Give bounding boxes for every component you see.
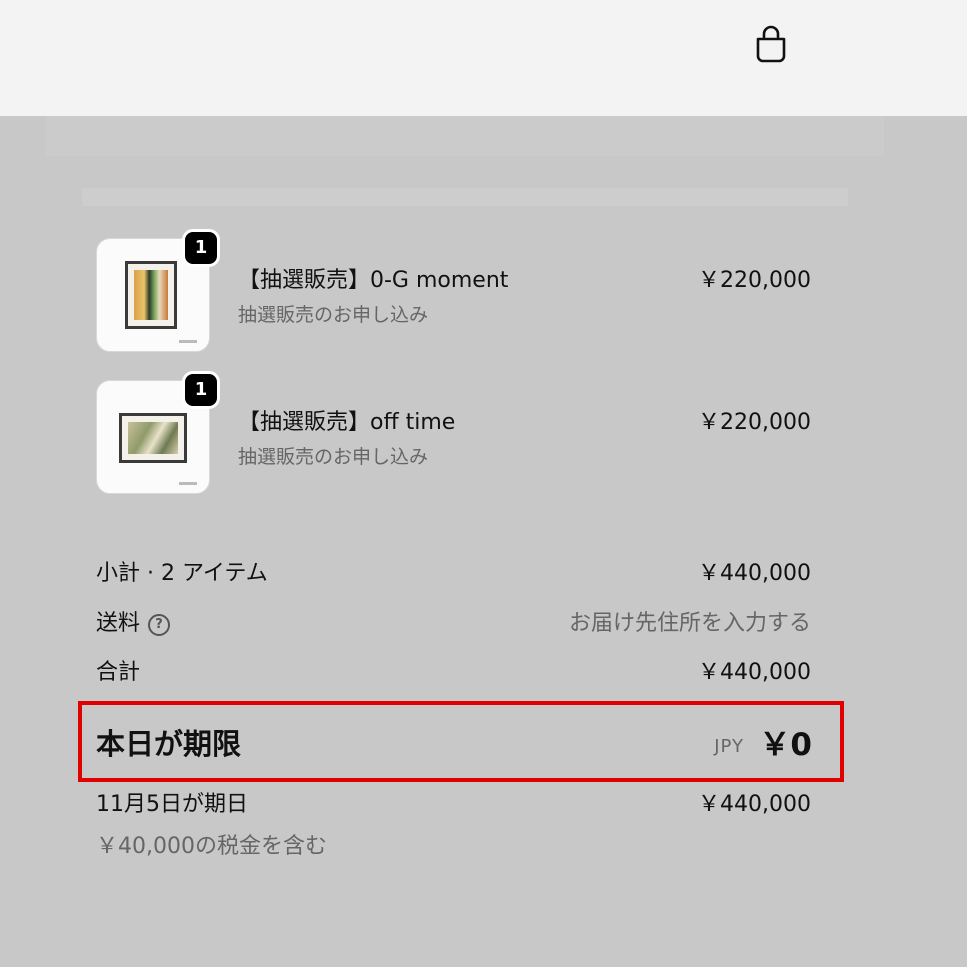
shopping-bag-icon[interactable] (752, 24, 790, 64)
header (0, 0, 967, 116)
subtotal-label: 小計 · 2 アイテム (96, 561, 268, 586)
framed-artwork-image (125, 261, 177, 329)
shipping-label: 送料 (96, 611, 141, 636)
help-icon[interactable]: ? (148, 614, 171, 636)
item-price: ￥220,000 (698, 268, 811, 293)
divider-band (82, 188, 848, 206)
thumbnail-caption-mark (179, 340, 197, 343)
item-subtitle: 抽選販売のお申し込み (238, 304, 429, 326)
due-today-amount: ￥0 (759, 727, 812, 763)
due-today-label: 本日が期限 (96, 727, 242, 761)
framed-artwork-image (119, 413, 187, 463)
quantity-badge: 1 (182, 229, 220, 267)
item-title: 【抽選販売】0-G moment (238, 268, 509, 293)
total-value: ￥440,000 (698, 660, 811, 685)
item-title: 【抽選販売】off time (238, 410, 456, 435)
item-price: ￥220,000 (698, 410, 811, 435)
shipping-row: 送料? (96, 605, 171, 637)
thumbnail-caption-mark (179, 482, 197, 485)
tax-note: ￥40,000の税金を含む (96, 834, 327, 859)
due-date-label: 11月5日が期日 (96, 792, 248, 817)
quantity-badge: 1 (182, 371, 220, 409)
shipping-value: お届け先住所を入力する (568, 611, 811, 636)
subtotal-value: ￥440,000 (698, 561, 811, 586)
order-summary-toggle-band (46, 116, 884, 156)
due-date-amount: ￥440,000 (698, 792, 811, 817)
item-subtitle: 抽選販売のお申し込み (238, 446, 429, 468)
total-label: 合計 (96, 660, 141, 685)
due-today-highlight: 本日が期限 JPY ￥0 (78, 701, 844, 782)
currency-code: JPY (714, 736, 744, 757)
